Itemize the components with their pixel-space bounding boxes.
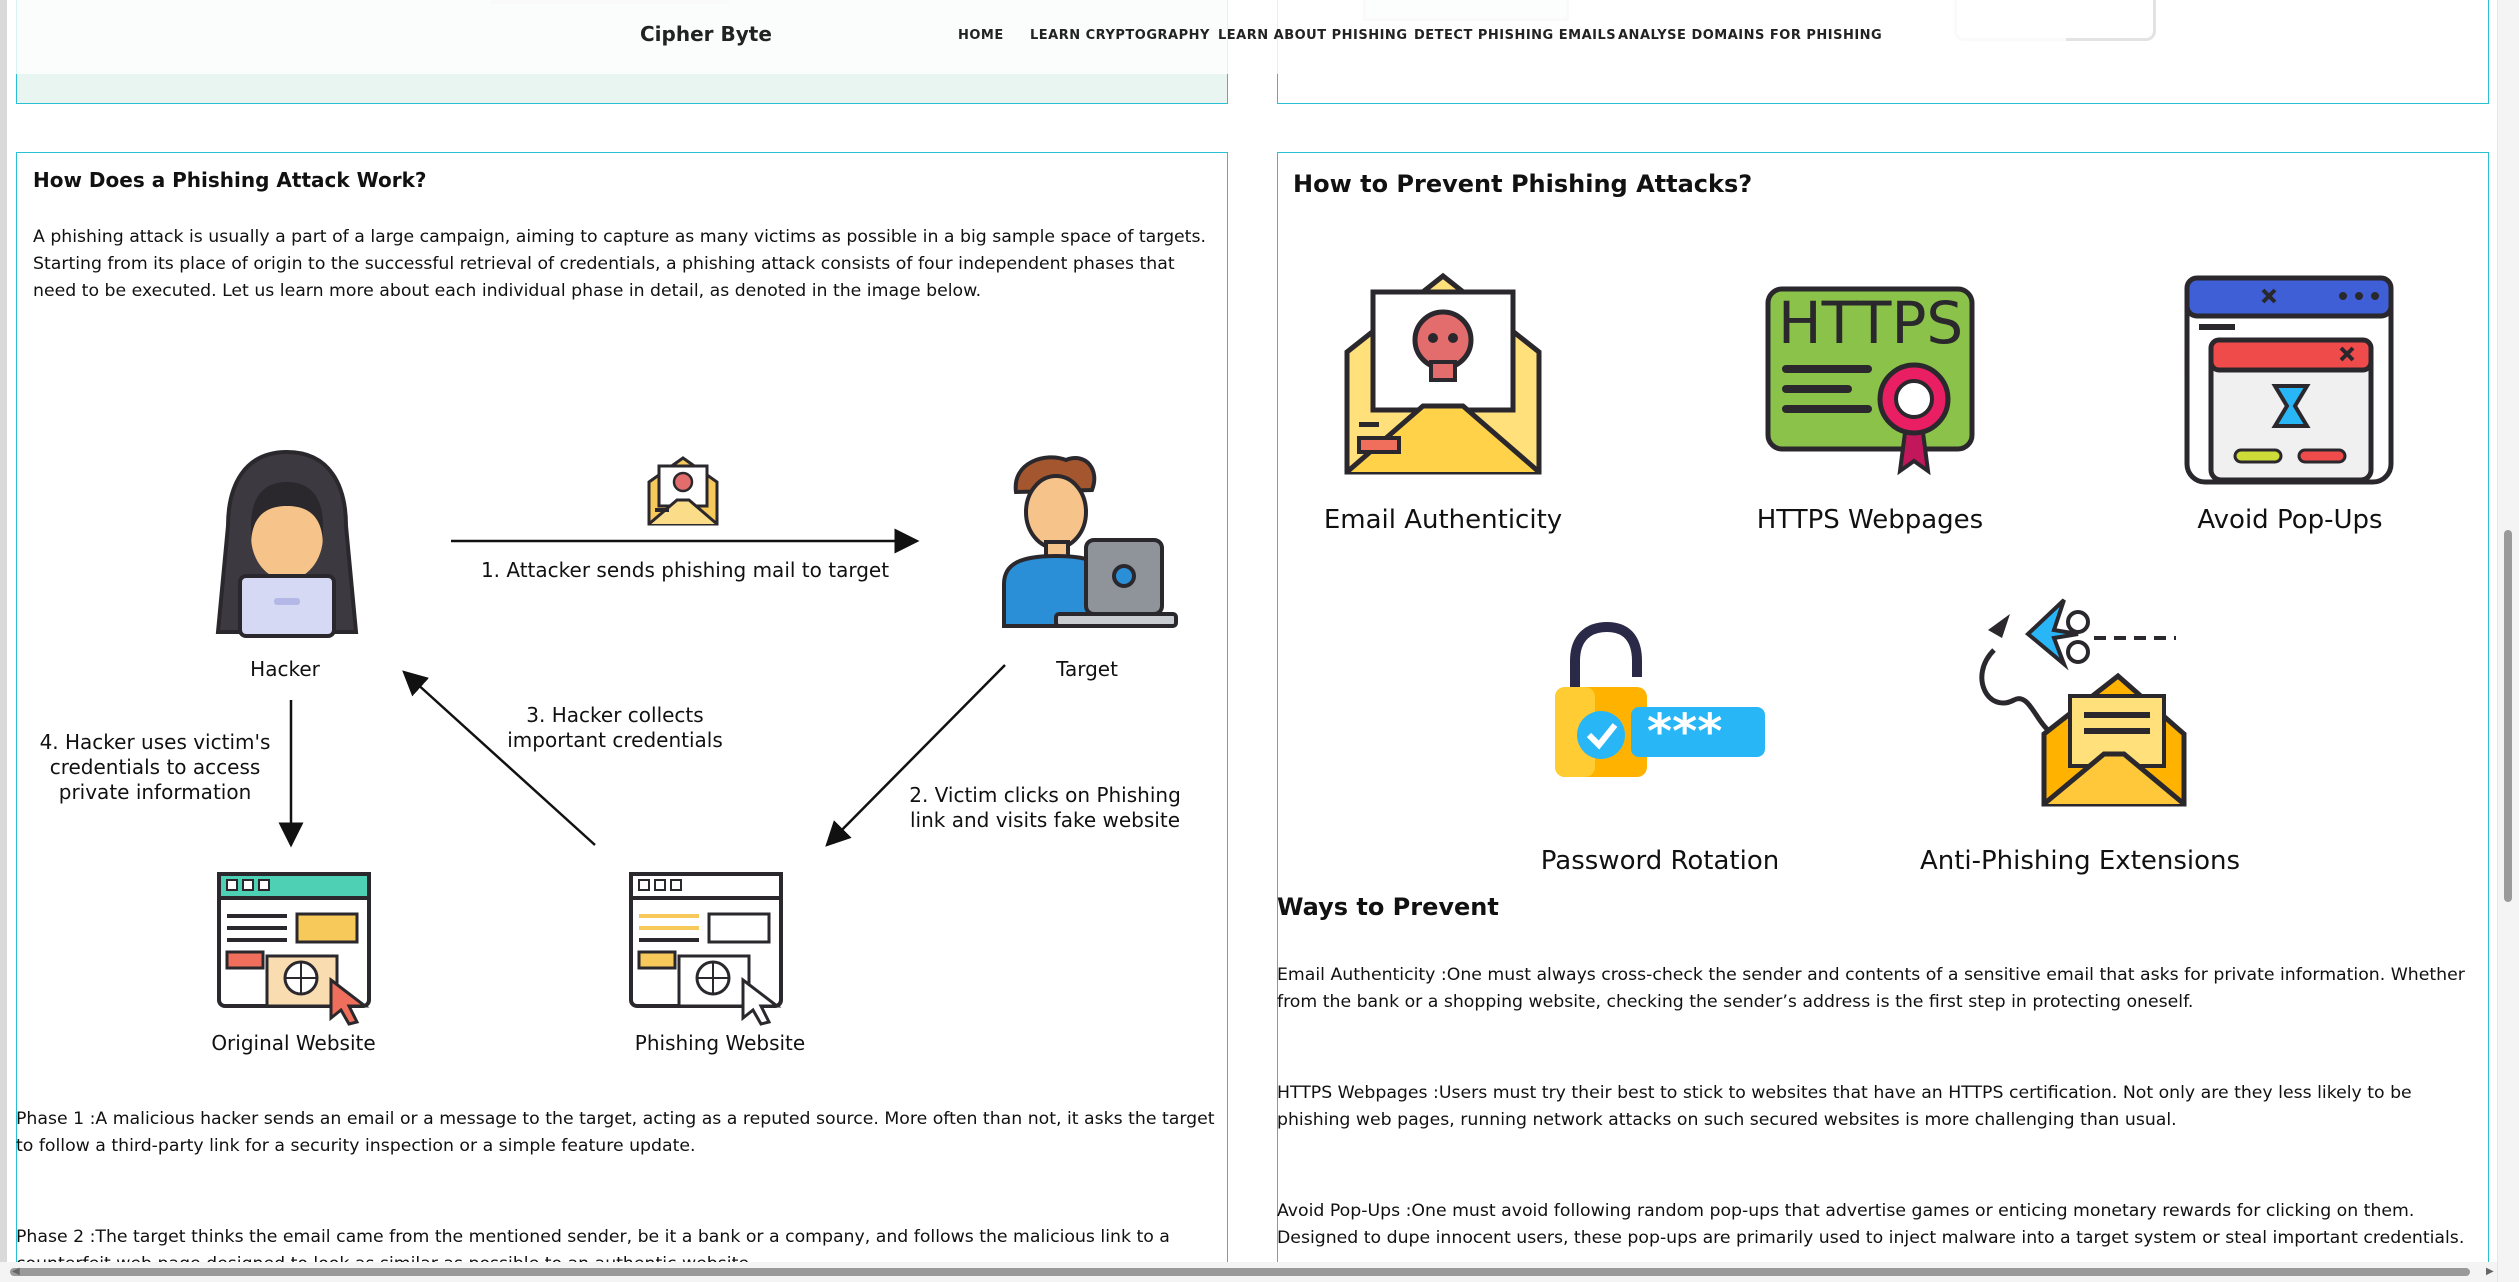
popup-window-icon <box>2184 275 2394 485</box>
original-website-label: Original Website <box>211 1031 376 1055</box>
https-text: HTTPS <box>1778 289 1963 357</box>
method-label: Password Rotation <box>1540 846 1780 876</box>
phishing-website-label: Phishing Website <box>634 1031 806 1055</box>
step3-label: 3. Hacker collects important credentials <box>507 703 723 752</box>
diagram-arrows <box>278 528 1006 848</box>
password-mask-text: *** <box>1647 704 1722 760</box>
email-skull-icon <box>1344 272 1542 475</box>
way-email-paragraph: Email Authenticity :One must always cros… <box>1277 965 2465 1012</box>
step1-label: 1. Attacker sends phishing mail to targe… <box>480 558 890 582</box>
https-certificate-icon: HTTPS <box>1765 286 1975 476</box>
nav-learn-about-phishing[interactable]: LEARN ABOUT PHISHING <box>1218 28 1408 43</box>
nav-analyse-domains[interactable]: ANALYSE DOMAINS FOR PHISHING <box>1618 28 1882 43</box>
padlock-password-icon: *** <box>1555 621 1765 777</box>
vertical-scrollbar-thumb[interactable] <box>2504 530 2512 902</box>
scroll-left-arrow-icon[interactable]: ◀ <box>12 1266 20 1277</box>
step2-label: 2. Victim clicks on Phishing link and vi… <box>909 783 1181 832</box>
method-label: Anti-Phishing Extensions <box>1919 846 2241 876</box>
method-label: Email Authenticity <box>1323 505 1563 535</box>
anti-phishing-scissors-icon <box>1979 598 2187 807</box>
scroll-right-arrow-icon[interactable]: ▶ <box>2486 1266 2494 1277</box>
section-heading: How to Prevent Phishing Attacks? <box>1293 170 1753 198</box>
horizontal-scrollbar-thumb[interactable] <box>10 1268 2470 1276</box>
method-label: Avoid Pop-Ups <box>2197 505 2383 535</box>
phase2-paragraph: Phase 2 :The target thinks the email cam… <box>16 1227 1170 1262</box>
way-popups-paragraph: Avoid Pop-Ups :One must avoid following … <box>1277 1201 2465 1248</box>
phishing-website-icon <box>629 872 783 1026</box>
phase1-paragraph: Phase 1 :A malicious hacker sends an ema… <box>16 1109 1215 1156</box>
nav-detect-phishing-emails[interactable]: DETECT PHISHING EMAILS <box>1414 28 1616 43</box>
step4-label: 4. Hacker uses victim's credentials to a… <box>39 730 271 804</box>
original-website-icon <box>217 872 371 1026</box>
way-https-paragraph: HTTPS Webpages :Users must try their bes… <box>1277 1083 2412 1130</box>
method-label: HTTPS Webpages <box>1756 505 1984 535</box>
ways-to-prevent-heading: Ways to Prevent <box>1277 893 1499 921</box>
